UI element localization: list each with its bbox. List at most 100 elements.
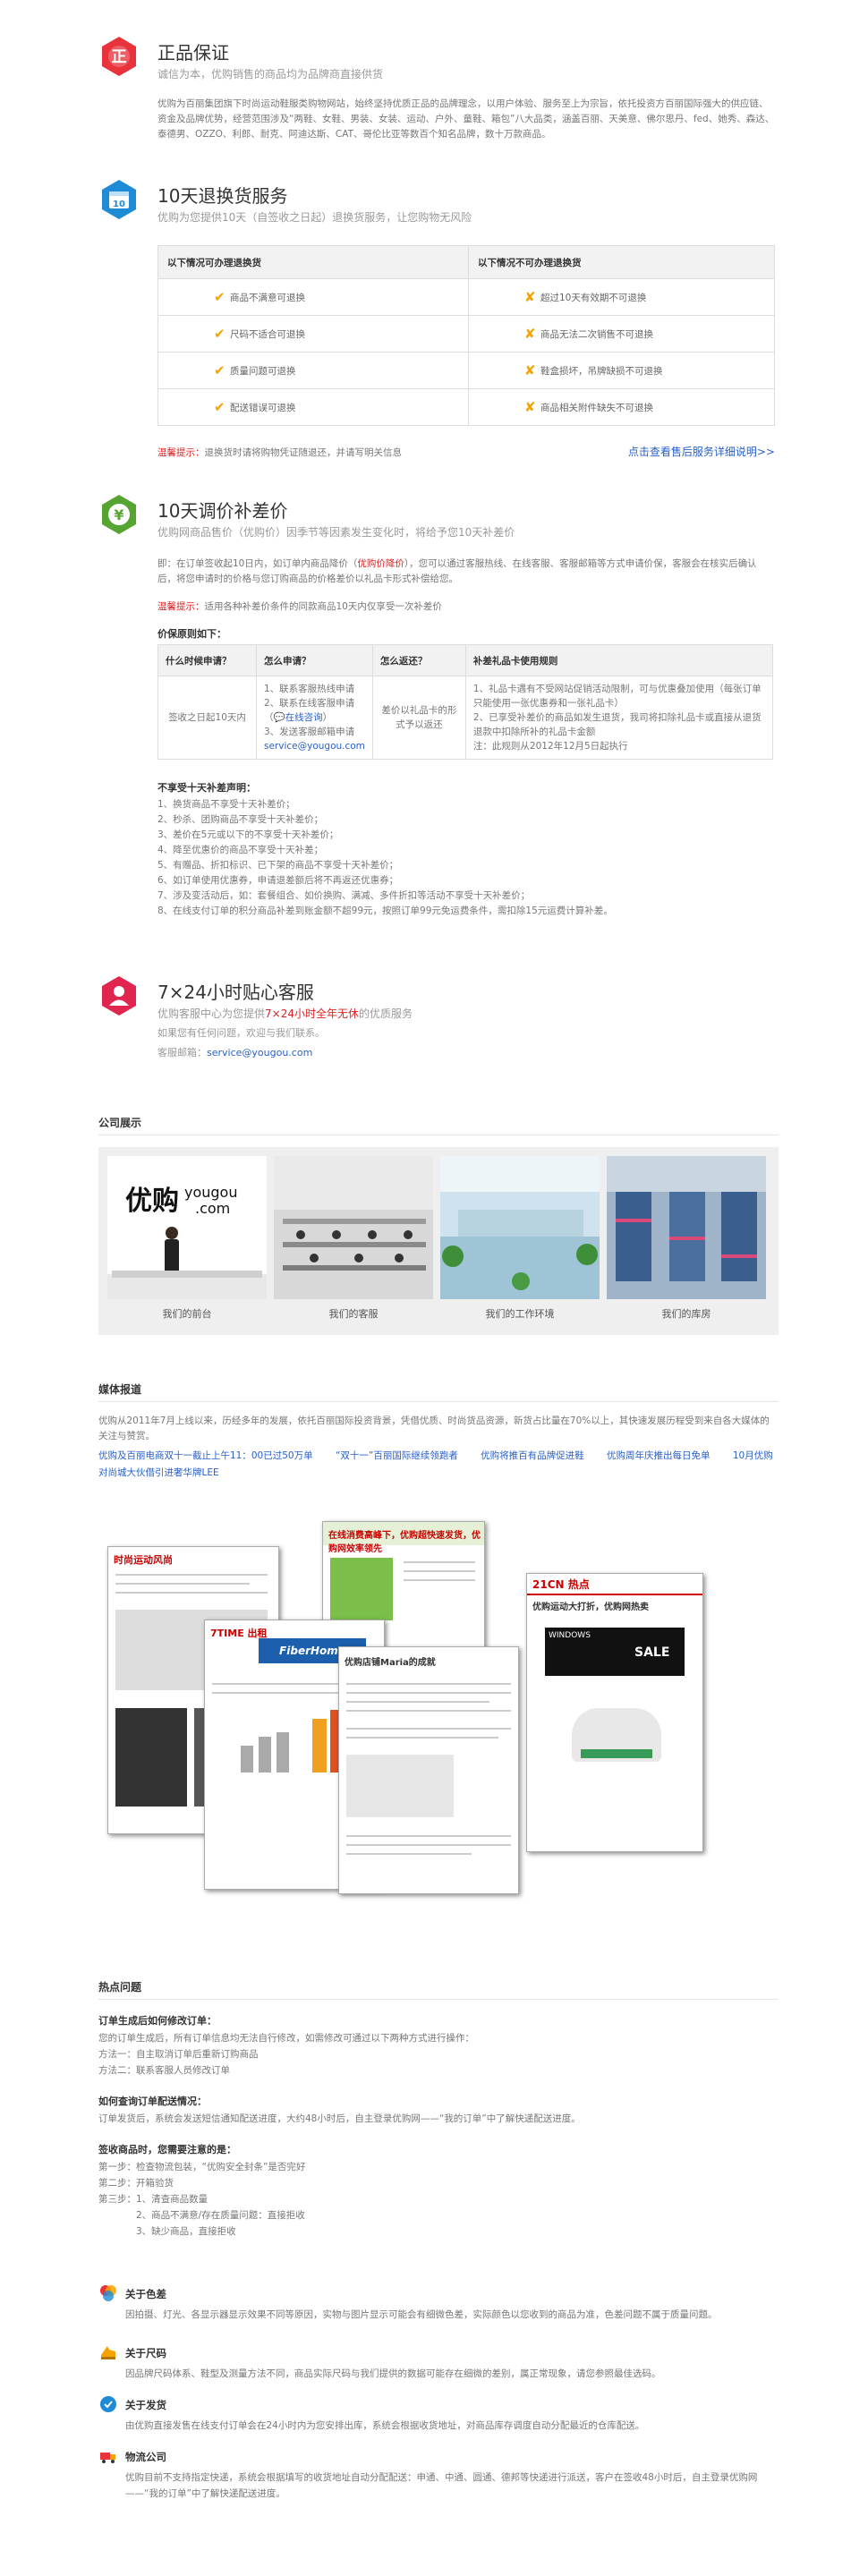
note-color: 关于色差 因拍摄、灯光、各显示器显示效果不同等原因，实物与图片显示可能会有细微色… [98,2285,779,2339]
faq-answer: 方法二：联系客服人员修改订单 [98,2065,230,2076]
photo-caption: 我们的库房 [661,1308,711,1320]
media-link[interactable]: “双十一”百丽国际继续领跑者 [336,1450,458,1461]
price-drop-highlight: 优购价降价 [357,558,404,569]
list-item: 7、涉及变活动后，如：套餐组合、如价换购、满减、多件折扣等活动不享受十天补差价； [157,890,531,901]
note-title: 关于发货 [125,2399,166,2411]
returnable-item: 配送错误可退换 [230,402,296,413]
online-chat-link[interactable]: 在线咨询 [285,712,323,723]
photo-warehouse: 我们的库房 [607,1156,766,1324]
media-collage: 时尚运动风尚 在线消费高峰下，优购超快速发货，优购网效率领先 7TIME 出租 … [98,1521,779,1897]
table-header: 怎么申请？ [256,644,373,676]
section-text: 优购为百丽集团旗下时尚运动鞋服类购物网站，始终坚持优质正品的品牌理念，以用户体验… [157,98,775,140]
faq-answer: 您的订单生成后，所有订单信息均无法自行修改，如需修改可通过以下两种方式进行操作： [98,2033,474,2044]
faq-answer: 订单发货后，系统会发送短信通知配送进度，大约48小时后，自主登录优购网——“我的… [98,2113,581,2124]
media-link[interactable]: 优购及百丽电商双十一截止上午11：00已过50万单 [98,1450,313,1461]
faq-answer: 第一步：检查物流包装，“优购安全封条”是否完好 [98,2162,306,2172]
photo-work-environment: 我们的工作环境 [440,1156,600,1324]
table-header: 以下情况不可办理退换货 [468,245,775,279]
rule-title: 价保原则如下： [157,628,226,640]
photo-caption: 我们的工作环境 [485,1308,555,1320]
check-icon: ✔ [214,399,226,415]
service-email-link[interactable]: service@yougou.com [264,739,365,753]
note-title: 关于色差 [125,2288,166,2300]
table-row: ✔ 尺码不适合可退换 ✘ 商品无法二次销售不可退换 [157,315,775,353]
photo-customer-service: 我们的客服 [274,1156,433,1324]
service-email-link[interactable]: service@yougou.com [207,1047,312,1058]
cross-icon: ✘ [524,362,536,378]
svg-text:yougou: yougou [184,1184,237,1201]
section-title: 10天退换货服务 [157,185,288,207]
faq-answer: 方法一：自主取消订单后重新订购商品 [98,2049,259,2060]
svg-text:10: 10 [113,200,125,209]
faq-answer: 2、商品不满意/存在质量问题：直接拒收 [98,2210,305,2221]
section-title: 正品保证 [157,42,229,64]
non-returnable-item: 商品相关附件缺失不可退换 [540,402,653,413]
table-row: ✔ 配送错误可退换 ✘ 商品相关附件缺失不可退换 [157,388,775,426]
note-text: 因拍摄、灯光、各显示器显示效果不同等原因，实物与图片显示可能会有细微色差，实际颜… [125,2309,718,2320]
front-desk-photo: 优购 yougou .com [107,1156,267,1299]
note-title: 关于尺码 [125,2347,166,2359]
media-links: 优购及百丽电商双十一截止上午11：00已过50万单 “双十一”百丽国际继续领跑者… [98,1448,779,1482]
price-protect-table: 什么时候申请？ 怎么申请？ 怎么返还？ 补差礼品卡使用规则 签收之日起10天内 … [157,644,774,760]
non-returnable-item: 商品无法二次销售不可退换 [540,328,653,340]
faq-answer: 第三步：1、清查商品数量 [98,2194,208,2205]
media-link[interactable]: 优购周年庆推出每日免单 [607,1450,711,1461]
table-header: 什么时候申请？ [157,644,257,676]
company-heading: 公司展示 [98,1117,142,1129]
section-service: 7×24小时贴心客服 优购客服中心为您提供7×24小时全年无休的优质服务 如果您… [98,975,779,1074]
svg-text:¥: ¥ [114,506,123,523]
customer-service-photo [274,1156,433,1299]
svg-text:正: 正 [112,48,127,66]
table-row: ✔ 质量问题可退换 ✘ 鞋盒损坏，吊牌缺损不可退换 [157,352,775,389]
return-policy-table: 以下情况可办理退换货 以下情况不可办理退换货 ✔ 商品不满意可退换 ✘ 超过10天有… [157,245,775,426]
media-intro: 优购从2011年7月上线以来，历经多年的发展，依托百丽国际投资背景，凭借优质、时… [98,1416,770,1441]
cross-icon: ✘ [524,399,536,415]
list-item: 1、换货商品不享受十天补差价； [157,799,295,810]
non-returnable-item: 超过10天有效期不可退换 [540,292,647,303]
list-item: 4、降至优惠价的商品不享受十天补差； [157,845,324,855]
when-cell: 签收之日起10天内 [157,676,257,760]
media-link[interactable]: 优购将推百有品牌促进鞋 [481,1450,584,1461]
section-subtitle: 优购为您提供10天（自签收之日起）退换货服务，让您购物无风险 [157,211,472,224]
size-icon [101,2346,115,2359]
photo-caption: 我们的客服 [328,1308,379,1320]
chat-icon: 💬 [273,712,285,723]
section-subtitle: 优购客服中心为您提供7×24小时全年无休的优质服务 [157,1007,413,1020]
list-item: 5、有赠品、折扣标识、已下架的商品不享受十天补差价； [157,860,399,871]
tip-text: 退换货时请将购物凭证随退还，并请写明关信息 [204,447,403,458]
faq-question: 如何查询订单配送情况： [98,2096,207,2107]
photo-front-desk: 优购 yougou .com 我们的前台 [107,1156,267,1324]
section-subtitle: 诚信为本，优购销售的商品均为品牌商直接供货 [157,68,384,81]
section-authentic: 正 正品保证 诚信为本，优购销售的商品均为品牌商直接供货 优购为百丽集团旗下时尚… [98,36,779,188]
section-title: 10天调价补差价 [157,500,288,522]
faq-answer: 第二步：开箱验货 [98,2178,174,2189]
divider [98,1999,779,2000]
table-row: ✔ 商品不满意可退换 ✘ 超过10天有效期不可退换 [157,278,775,316]
how-cell: 1、联系客服热线申请 2、联系在线客服申请 （💬在线咨询） 3、发送客服邮箱申请… [256,676,373,760]
service-badge-icon [102,976,136,1016]
table-header: 以下情况可办理退换货 [157,245,469,279]
returnable-item: 尺码不适合可退换 [230,328,305,340]
authentic-badge-icon: 正 [102,37,136,76]
after-sales-detail-link[interactable]: 点击查看售后服务详细说明>> [628,444,775,459]
cross-icon: ✘ [524,289,536,305]
check-icon: ✔ [214,289,226,305]
logistics-icon [100,2453,115,2463]
news-clipping: 21CN 热点 优购运动大打折，优购网热卖 WINDOWS SALE [526,1573,703,1852]
news-clipping: 优购店铺Maria的成就 [338,1646,519,1894]
email-line: 客服邮箱：service@yougou.com [157,1047,313,1058]
tip-label: 温馨提示： [157,447,205,458]
ship-icon [100,2396,116,2412]
faq-question: 签收商品时，您需要注意的是： [98,2144,236,2155]
note-title: 物流公司 [125,2451,166,2463]
faq-heading: 热点问题 [98,1981,142,1994]
note-logistics: 物流公司 优购目前不支持指定快递，系统会根据填写的收货地址自动分配配送：申通、中… [98,2450,779,2512]
note-text: 由优购直接发售在线支付订单会在24小时内为您安排出库，系统会根据收货地址，对商品… [125,2420,645,2431]
list-item: 8、在线支付订单的积分商品补差到账金额不超99元，按照订单99元免运费条件，需扣… [157,905,613,916]
back-cell: 差价以礼品卡的形式予以返还 [371,676,466,760]
photo-caption: 我们的前台 [162,1308,212,1320]
faq-answer: 3、缺少商品，直接拒收 [98,2226,236,2237]
table-row: 签收之日起10天内 1、联系客服热线申请 2、联系在线客服申请 （💬在线咨询） … [157,676,774,760]
list-item: 3、差价在5元或以下的不享受十天补差价； [157,829,339,840]
rule-cell: 1、礼品卡遇有不受网站促销活动限制，可与优惠叠加使用（每张订单只能使用一张优惠券… [464,676,774,760]
